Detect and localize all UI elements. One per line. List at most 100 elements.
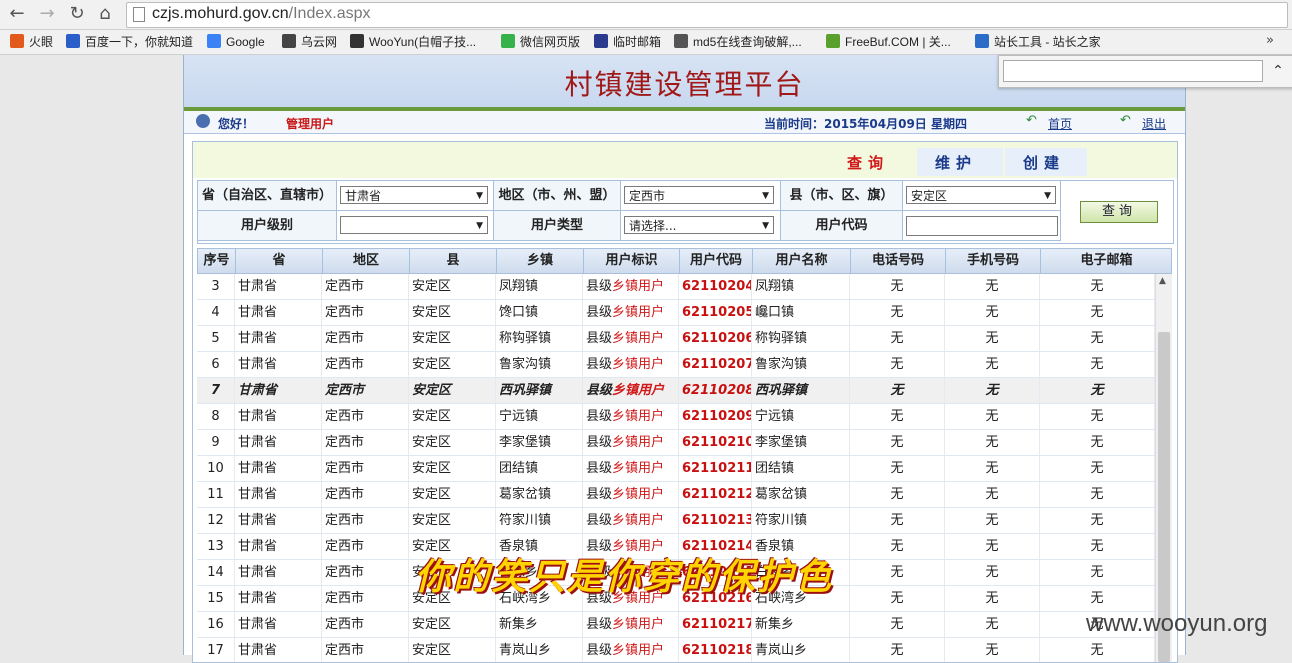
table-row[interactable]: 11 甘肃省 定西市 安定区 葛家岔镇 县级乡镇用户 62110212 葛家岔镇无无无: [197, 482, 1155, 508]
table-cell: 凤翔镇: [496, 274, 583, 299]
user-level-text: 县级: [586, 305, 613, 320]
home-link[interactable]: 首页: [1048, 115, 1072, 132]
tab-query[interactable]: 查询: [847, 152, 889, 173]
table-cell: 无: [1040, 508, 1155, 533]
table-cell: 无: [850, 274, 945, 299]
bookmark-item[interactable]: 站长工具 - 站长之家: [975, 33, 1101, 51]
bookmark-label: FreeBuf.COM | 关...: [845, 35, 951, 49]
table-cell: 西巩驿镇: [496, 378, 583, 403]
table-row[interactable]: 9 甘肃省 定西市 安定区 李家堡镇 县级乡镇用户 62110210 李家堡镇无无无: [197, 430, 1155, 456]
table-cell: 鲁家沟镇: [496, 352, 583, 377]
back-arrow-icon[interactable]: ←: [6, 3, 28, 25]
table-cell: 甘肃省: [235, 508, 322, 533]
bookmark-item[interactable]: 百度一下，你就知道: [66, 33, 193, 51]
scroll-up-icon[interactable]: ▲: [1159, 276, 1166, 286]
table-cell: 安定区: [409, 404, 496, 429]
table-row[interactable]: 7 甘肃省 定西市 安定区 西巩驿镇 县级乡镇用户 62110208 西巩驿镇无无无: [197, 378, 1155, 404]
table-row[interactable]: 3 甘肃省 定西市 安定区 凤翔镇 县级乡镇用户 62110204 凤翔镇无无无: [197, 274, 1155, 300]
find-up-icon[interactable]: ⌃: [1267, 60, 1289, 82]
reload-icon[interactable]: ↻: [66, 3, 88, 25]
code-input[interactable]: [906, 216, 1058, 236]
table-row[interactable]: 8 甘肃省 定西市 安定区 宁远镇 县级乡镇用户 62110209 宁远镇无无无: [197, 404, 1155, 430]
table-cell: 无: [945, 430, 1040, 455]
forward-arrow-icon[interactable]: →: [36, 3, 58, 25]
table-row[interactable]: 16 甘肃省 定西市 安定区 新集乡 县级乡镇用户 62110217 新集乡无无无: [197, 612, 1155, 638]
bookmark-item[interactable]: 微信网页版: [501, 33, 580, 51]
bookmark-item[interactable]: md5在线查询破解,...: [674, 33, 802, 51]
find-input[interactable]: [1003, 60, 1263, 82]
table-cell: 无: [1040, 482, 1155, 507]
user-type-text: 乡镇用户: [612, 617, 665, 632]
watermark: www.wooyun.org: [1086, 610, 1268, 637]
chevron-down-icon: ▼: [1044, 191, 1051, 201]
table-cell: 62110208: [679, 378, 752, 403]
table-cell: 青岚山乡: [752, 638, 850, 662]
table-cell: 12: [197, 508, 235, 533]
table-cell: 宁远镇: [496, 404, 583, 429]
table-cell: 无: [945, 560, 1040, 585]
table-cell: 定西市: [322, 326, 409, 351]
table-cell: 无: [850, 404, 945, 429]
table-cell: 县级乡镇用户: [583, 456, 679, 481]
table-cell: 安定区: [409, 482, 496, 507]
table-cell: 无: [850, 378, 945, 403]
table-cell: 10: [197, 456, 235, 481]
region-select[interactable]: 定西市 ▼: [624, 186, 774, 204]
table-cell: 62110210: [679, 430, 752, 455]
level-select[interactable]: ▼: [340, 216, 488, 234]
table-cell: 无: [850, 534, 945, 559]
table-cell: 馋口镇: [496, 300, 583, 325]
column-header: 用户名称: [753, 249, 851, 273]
user-level-text: 县级: [586, 617, 613, 632]
table-cell: 无: [945, 326, 1040, 351]
table-cell: 甘肃省: [235, 638, 322, 662]
table-row[interactable]: 10 甘肃省 定西市 安定区 团结镇 县级乡镇用户 62110211 团结镇无无无: [197, 456, 1155, 482]
user-level-text: 县级: [586, 513, 613, 528]
table-cell: 62110213: [679, 508, 752, 533]
type-select[interactable]: 请选择... ▼: [624, 216, 774, 234]
bookmark-item[interactable]: WooYun(白帽子技...: [350, 33, 476, 51]
table-cell: 无: [1040, 586, 1155, 611]
table-cell: 称钩驿镇: [496, 326, 583, 351]
page-icon: [133, 7, 145, 22]
column-header: 电话号码: [851, 249, 946, 273]
table-cell: 定西市: [322, 482, 409, 507]
query-button[interactable]: 查询: [1080, 201, 1158, 223]
home-icon[interactable]: ⌂: [94, 3, 116, 25]
table-row[interactable]: 6 甘肃省 定西市 安定区 鲁家沟镇 县级乡镇用户 62110207 鲁家沟镇无无无: [197, 352, 1155, 378]
table-cell: 定西市: [322, 638, 409, 662]
table-row[interactable]: 17 甘肃省 定西市 安定区 青岚山乡 县级乡镇用户 62110218 青岚山乡无无无: [197, 638, 1155, 662]
bookmark-item[interactable]: 临时邮箱: [594, 33, 661, 51]
table-cell: 无: [945, 534, 1040, 559]
table-scrollbar[interactable]: ▲: [1155, 274, 1172, 662]
table-cell: 县级乡镇用户: [583, 612, 679, 637]
bookmark-item[interactable]: Google: [207, 33, 265, 51]
table-cell: 县级乡镇用户: [583, 274, 679, 299]
table-cell: 无: [1040, 378, 1155, 403]
url-host: czjs.mohurd.gov.cn: [152, 5, 289, 22]
user-type-text: 乡镇用户: [612, 383, 665, 398]
province-select-value: 甘肃省: [345, 189, 382, 203]
tab-maintain[interactable]: 维护: [935, 152, 977, 173]
tab-create[interactable]: 创建: [1023, 152, 1065, 173]
user-level-text: 县级: [586, 643, 613, 658]
county-select[interactable]: 安定区 ▼: [906, 186, 1056, 204]
bookmark-item[interactable]: FreeBuf.COM | 关...: [826, 33, 951, 51]
table-cell: 无: [850, 300, 945, 325]
table-row[interactable]: 5 甘肃省 定西市 安定区 称钩驿镇 县级乡镇用户 62110206 称钩驿镇无无无: [197, 326, 1155, 352]
table-cell: 甘肃省: [235, 560, 322, 585]
table-cell: 团结镇: [496, 456, 583, 481]
address-bar[interactable]: czjs.mohurd.gov.cn/Index.aspx: [126, 2, 1288, 28]
bookmark-item[interactable]: 乌云网: [282, 33, 337, 51]
province-select[interactable]: 甘肃省 ▼: [340, 186, 488, 204]
table-row[interactable]: 12 甘肃省 定西市 安定区 符家川镇 县级乡镇用户 62110213 符家川镇无无无: [197, 508, 1155, 534]
bookmarks-more-button[interactable]: »: [1266, 33, 1274, 48]
bookmark-item[interactable]: 火眼: [10, 33, 53, 51]
table-cell: 定西市: [322, 404, 409, 429]
logout-link[interactable]: 退出: [1142, 115, 1166, 132]
table-cell: 62110212: [679, 482, 752, 507]
table-cell: 无: [850, 352, 945, 377]
table-cell: 安定区: [409, 508, 496, 533]
code-cell: [903, 211, 1061, 241]
table-row[interactable]: 4 甘肃省 定西市 安定区 馋口镇 县级乡镇用户 62110205 巉口镇无无无: [197, 300, 1155, 326]
